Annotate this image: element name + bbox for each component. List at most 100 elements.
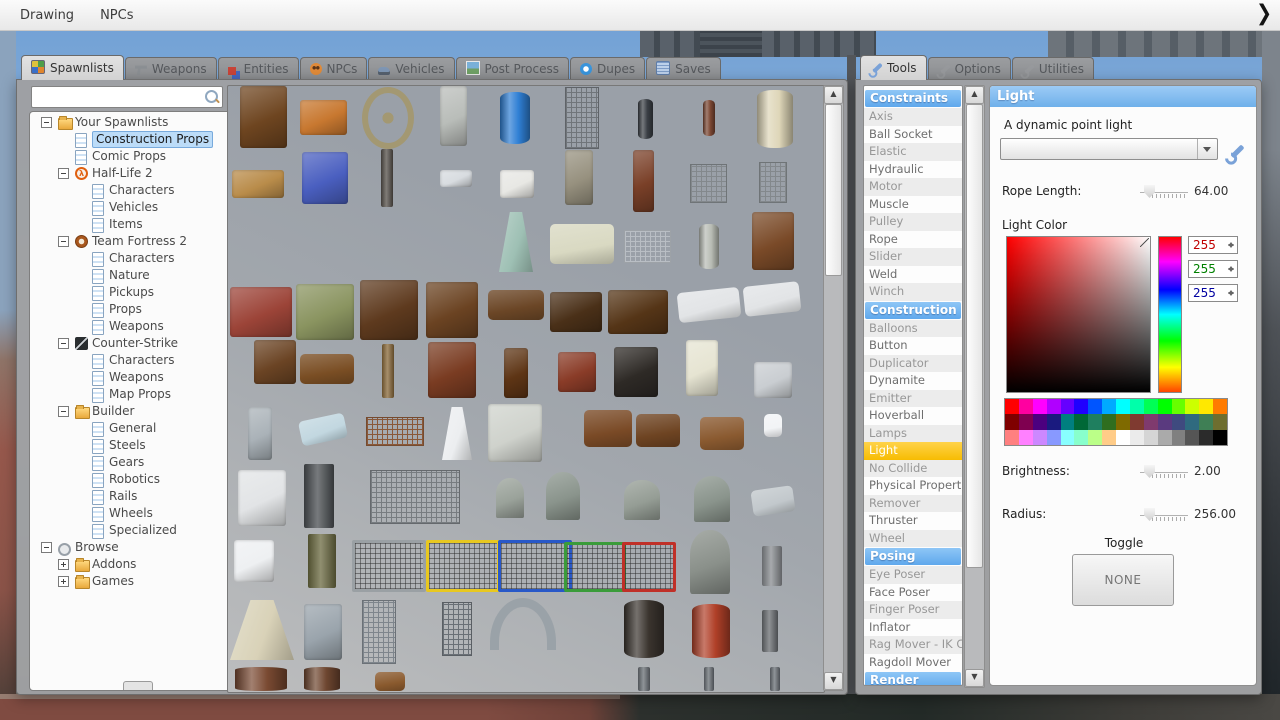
expand-icon[interactable]	[58, 559, 69, 570]
prop-icon-scaffold-tower[interactable]	[362, 600, 396, 664]
collapse-icon[interactable]	[58, 236, 69, 247]
palette-swatch-r2c13[interactable]	[1171, 414, 1186, 430]
tool-item-face-poser[interactable]: Face Poser	[864, 584, 962, 602]
tree-item-weapons[interactable]: Weapons	[30, 318, 238, 335]
tab-dupes[interactable]: Dupes	[569, 57, 646, 80]
palette-swatch-r3c1[interactable]	[1005, 429, 1019, 445]
tree-item-rails[interactable]: Rails	[30, 488, 238, 505]
prop-icon-metal-frame[interactable]	[248, 407, 272, 460]
prop-icon-jail-bars[interactable]	[565, 87, 599, 149]
tree-item-wheels[interactable]: Wheels	[30, 505, 238, 522]
tree-item-specialized[interactable]: Specialized	[30, 522, 238, 539]
palette-swatch-r1c3[interactable]	[1032, 399, 1047, 415]
tool-item-elastic[interactable]: Elastic	[864, 143, 962, 161]
palette-swatch-r3c5[interactable]	[1060, 429, 1075, 445]
search-box[interactable]	[31, 86, 223, 108]
prop-icon-wood-pallet[interactable]	[375, 672, 405, 691]
tool-item-ball-socket[interactable]: Ball Socket	[864, 126, 962, 144]
prop-icon-paper-sheet[interactable]	[764, 414, 782, 437]
palette-swatch-r1c12[interactable]	[1157, 399, 1172, 415]
prop-icon-pedestal-sink[interactable]	[442, 407, 472, 460]
palette-swatch-r2c1[interactable]	[1005, 414, 1019, 430]
prop-icon-wood-chair[interactable]	[752, 212, 794, 270]
tool-item-thruster[interactable]: Thruster	[864, 512, 962, 530]
prop-icon-hand-pump[interactable]	[308, 534, 336, 588]
palette-swatch-r1c5[interactable]	[1060, 399, 1075, 415]
palette-swatch-r1c8[interactable]	[1102, 399, 1116, 415]
radius-slider[interactable]	[1140, 505, 1190, 525]
prop-icon-wardrobe[interactable]	[360, 280, 418, 340]
prop-icon-wood-plank[interactable]	[382, 344, 394, 398]
palette-swatch-r2c9[interactable]	[1116, 414, 1130, 430]
scroll-down-button[interactable]: ▼	[824, 672, 843, 690]
tree-item-addons[interactable]: Addons	[30, 556, 238, 573]
menu-item-drawing[interactable]: Drawing	[14, 6, 80, 25]
prop-icon-mattress-a[interactable]	[676, 286, 742, 324]
prop-icon-bathtub[interactable]	[550, 224, 614, 264]
prop-icon-cage-green[interactable]	[564, 542, 626, 592]
tree-item-items[interactable]: Items	[30, 216, 238, 233]
palette-swatch-r3c13[interactable]	[1171, 429, 1186, 445]
palette-swatch-r1c15[interactable]	[1199, 399, 1214, 415]
prop-icon-rusty-pot-a[interactable]	[235, 667, 287, 691]
tree-item-general[interactable]: General	[30, 420, 238, 437]
prop-icon-coffee-table[interactable]	[300, 354, 354, 384]
prop-icon-round-table[interactable]	[584, 410, 632, 447]
tool-item-muscle[interactable]: Muscle	[864, 196, 962, 214]
palette-swatch-r1c13[interactable]	[1171, 399, 1186, 415]
tool-list-scrollbar[interactable]: ▲ ▼	[964, 85, 985, 688]
palette-swatch-r3c2[interactable]	[1018, 429, 1033, 445]
prop-icon-street-lamp[interactable]	[304, 464, 334, 528]
tool-item-pulley[interactable]: Pulley	[864, 213, 962, 231]
prop-icon-white-cabinet[interactable]	[234, 540, 274, 582]
palette-swatch-r3c16[interactable]	[1213, 429, 1227, 445]
prop-icon-pulley-wheel[interactable]	[362, 87, 414, 149]
prop-icon-grave-plaque[interactable]	[750, 485, 796, 517]
blue-value-spinbox[interactable]: 255	[1188, 284, 1238, 302]
tool-item-button[interactable]: Button	[864, 337, 962, 355]
palette-swatch-r1c1[interactable]	[1005, 399, 1019, 415]
prop-icon-blue-barrel[interactable]	[500, 92, 530, 144]
palette-swatch-r3c9[interactable]	[1116, 429, 1130, 445]
tool-item-winch[interactable]: Winch	[864, 283, 962, 301]
tool-item-axis[interactable]: Axis	[864, 108, 962, 126]
collapse-icon[interactable]	[41, 542, 52, 553]
tree-item-team-fortress-2[interactable]: Team Fortress 2	[30, 233, 238, 250]
search-input[interactable]	[34, 88, 202, 106]
prop-icon-fountain[interactable]	[499, 212, 533, 272]
prop-icon-winch-hook[interactable]	[762, 610, 778, 652]
collapse-icon[interactable]	[58, 406, 69, 417]
red-value-spinbox[interactable]: 255	[1188, 236, 1238, 254]
spin-down-icon[interactable]	[1228, 244, 1234, 251]
tool-item-remover[interactable]: Remover	[864, 494, 962, 512]
prop-icon-oil-drums-pallet[interactable]	[300, 100, 347, 135]
toggle-key-button[interactable]: NONE	[1072, 554, 1174, 606]
prop-icon-headboard[interactable]	[254, 340, 296, 384]
prop-icon-wire-fence-a[interactable]	[690, 164, 727, 203]
palette-swatch-r3c10[interactable]	[1129, 429, 1144, 445]
prop-icon-fridge[interactable]	[686, 340, 718, 396]
tree-resize-grip[interactable]	[123, 681, 153, 690]
collapse-icon[interactable]	[58, 168, 69, 179]
palette-swatch-r3c6[interactable]	[1074, 429, 1089, 445]
prop-icon-lamp-shade[interactable]	[230, 600, 294, 660]
scroll-thumb[interactable]	[825, 104, 842, 276]
palette-swatch-r2c10[interactable]	[1129, 414, 1144, 430]
scroll-up-button[interactable]: ▲	[824, 86, 843, 104]
prop-grid-scrollbar[interactable]: ▲ ▼	[823, 85, 844, 691]
tree-item-half-life-2[interactable]: λ Half-Life 2	[30, 165, 238, 182]
prop-icon-grave-cross-c[interactable]	[770, 667, 780, 691]
palette-swatch-r3c4[interactable]	[1046, 429, 1061, 445]
prop-icon-baseboard-heater[interactable]	[500, 170, 534, 198]
palette-swatch-r3c15[interactable]	[1199, 429, 1214, 445]
tool-item-emitter[interactable]: Emitter	[864, 389, 962, 407]
prop-icon-towel-rack[interactable]	[366, 417, 424, 446]
scroll-down-button[interactable]: ▼	[965, 669, 984, 687]
tool-item-dynamite[interactable]: Dynamite	[864, 372, 962, 390]
palette-swatch-r2c15[interactable]	[1199, 414, 1214, 430]
tree-item-your-spawnlists[interactable]: Your Spawnlists	[30, 114, 238, 131]
prop-icon-gravestone-d[interactable]	[694, 476, 730, 522]
prop-icon-cage-gray[interactable]	[352, 540, 426, 592]
scroll-up-button[interactable]: ▲	[965, 86, 984, 104]
palette-swatch-r3c14[interactable]	[1185, 429, 1200, 445]
